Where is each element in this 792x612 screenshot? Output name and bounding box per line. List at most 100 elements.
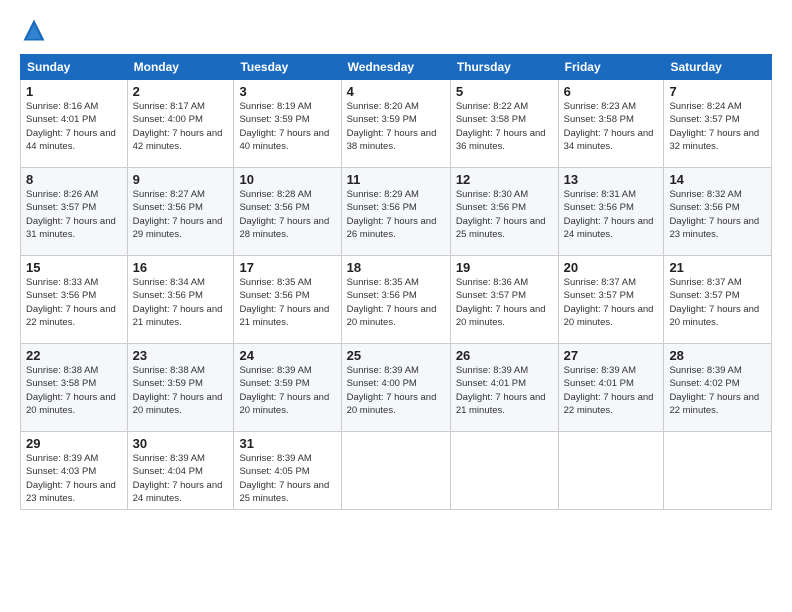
calendar-cell xyxy=(450,432,558,510)
calendar-cell: 20Sunrise: 8:37 AMSunset: 3:57 PMDayligh… xyxy=(558,256,664,344)
day-info: Sunrise: 8:39 AMSunset: 4:05 PMDaylight:… xyxy=(239,452,335,505)
calendar-cell: 28Sunrise: 8:39 AMSunset: 4:02 PMDayligh… xyxy=(664,344,772,432)
day-info: Sunrise: 8:39 AMSunset: 4:02 PMDaylight:… xyxy=(669,364,766,417)
calendar-cell: 4Sunrise: 8:20 AMSunset: 3:59 PMDaylight… xyxy=(341,80,450,168)
calendar-cell: 3Sunrise: 8:19 AMSunset: 3:59 PMDaylight… xyxy=(234,80,341,168)
day-number: 29 xyxy=(26,436,122,451)
calendar-cell: 21Sunrise: 8:37 AMSunset: 3:57 PMDayligh… xyxy=(664,256,772,344)
day-number: 18 xyxy=(347,260,445,275)
calendar-week-1: 1Sunrise: 8:16 AMSunset: 4:01 PMDaylight… xyxy=(21,80,772,168)
calendar-cell xyxy=(341,432,450,510)
calendar-cell: 26Sunrise: 8:39 AMSunset: 4:01 PMDayligh… xyxy=(450,344,558,432)
day-info: Sunrise: 8:39 AMSunset: 4:00 PMDaylight:… xyxy=(347,364,445,417)
day-info: Sunrise: 8:36 AMSunset: 3:57 PMDaylight:… xyxy=(456,276,553,329)
calendar-cell: 10Sunrise: 8:28 AMSunset: 3:56 PMDayligh… xyxy=(234,168,341,256)
day-number: 22 xyxy=(26,348,122,363)
calendar-cell: 30Sunrise: 8:39 AMSunset: 4:04 PMDayligh… xyxy=(127,432,234,510)
day-number: 10 xyxy=(239,172,335,187)
calendar-cell: 16Sunrise: 8:34 AMSunset: 3:56 PMDayligh… xyxy=(127,256,234,344)
day-number: 28 xyxy=(669,348,766,363)
day-info: Sunrise: 8:39 AMSunset: 4:03 PMDaylight:… xyxy=(26,452,122,505)
logo xyxy=(20,16,52,44)
day-info: Sunrise: 8:19 AMSunset: 3:59 PMDaylight:… xyxy=(239,100,335,153)
day-info: Sunrise: 8:35 AMSunset: 3:56 PMDaylight:… xyxy=(347,276,445,329)
day-info: Sunrise: 8:24 AMSunset: 3:57 PMDaylight:… xyxy=(669,100,766,153)
calendar-cell: 13Sunrise: 8:31 AMSunset: 3:56 PMDayligh… xyxy=(558,168,664,256)
day-number: 17 xyxy=(239,260,335,275)
calendar-cell: 9Sunrise: 8:27 AMSunset: 3:56 PMDaylight… xyxy=(127,168,234,256)
calendar-cell: 17Sunrise: 8:35 AMSunset: 3:56 PMDayligh… xyxy=(234,256,341,344)
calendar-cell: 6Sunrise: 8:23 AMSunset: 3:58 PMDaylight… xyxy=(558,80,664,168)
calendar-cell: 24Sunrise: 8:39 AMSunset: 3:59 PMDayligh… xyxy=(234,344,341,432)
day-number: 26 xyxy=(456,348,553,363)
calendar-cell: 27Sunrise: 8:39 AMSunset: 4:01 PMDayligh… xyxy=(558,344,664,432)
calendar-week-5: 29Sunrise: 8:39 AMSunset: 4:03 PMDayligh… xyxy=(21,432,772,510)
day-info: Sunrise: 8:30 AMSunset: 3:56 PMDaylight:… xyxy=(456,188,553,241)
day-info: Sunrise: 8:39 AMSunset: 4:01 PMDaylight:… xyxy=(456,364,553,417)
calendar-cell: 18Sunrise: 8:35 AMSunset: 3:56 PMDayligh… xyxy=(341,256,450,344)
calendar-cell xyxy=(664,432,772,510)
calendar-cell: 31Sunrise: 8:39 AMSunset: 4:05 PMDayligh… xyxy=(234,432,341,510)
day-number: 5 xyxy=(456,84,553,99)
calendar-cell: 23Sunrise: 8:38 AMSunset: 3:59 PMDayligh… xyxy=(127,344,234,432)
calendar-cell: 1Sunrise: 8:16 AMSunset: 4:01 PMDaylight… xyxy=(21,80,128,168)
weekday-header-thursday: Thursday xyxy=(450,55,558,80)
day-info: Sunrise: 8:34 AMSunset: 3:56 PMDaylight:… xyxy=(133,276,229,329)
day-number: 8 xyxy=(26,172,122,187)
calendar-table: SundayMondayTuesdayWednesdayThursdayFrid… xyxy=(20,54,772,510)
calendar-cell: 12Sunrise: 8:30 AMSunset: 3:56 PMDayligh… xyxy=(450,168,558,256)
day-info: Sunrise: 8:37 AMSunset: 3:57 PMDaylight:… xyxy=(669,276,766,329)
calendar-cell: 15Sunrise: 8:33 AMSunset: 3:56 PMDayligh… xyxy=(21,256,128,344)
day-info: Sunrise: 8:26 AMSunset: 3:57 PMDaylight:… xyxy=(26,188,122,241)
day-info: Sunrise: 8:29 AMSunset: 3:56 PMDaylight:… xyxy=(347,188,445,241)
weekday-header-tuesday: Tuesday xyxy=(234,55,341,80)
day-info: Sunrise: 8:31 AMSunset: 3:56 PMDaylight:… xyxy=(564,188,659,241)
weekday-header-sunday: Sunday xyxy=(21,55,128,80)
weekday-header-row: SundayMondayTuesdayWednesdayThursdayFrid… xyxy=(21,55,772,80)
calendar-week-3: 15Sunrise: 8:33 AMSunset: 3:56 PMDayligh… xyxy=(21,256,772,344)
calendar-cell: 2Sunrise: 8:17 AMSunset: 4:00 PMDaylight… xyxy=(127,80,234,168)
logo-icon xyxy=(20,16,48,44)
weekday-header-friday: Friday xyxy=(558,55,664,80)
day-number: 15 xyxy=(26,260,122,275)
day-info: Sunrise: 8:23 AMSunset: 3:58 PMDaylight:… xyxy=(564,100,659,153)
calendar-cell: 11Sunrise: 8:29 AMSunset: 3:56 PMDayligh… xyxy=(341,168,450,256)
day-number: 14 xyxy=(669,172,766,187)
calendar-cell: 14Sunrise: 8:32 AMSunset: 3:56 PMDayligh… xyxy=(664,168,772,256)
calendar-cell: 25Sunrise: 8:39 AMSunset: 4:00 PMDayligh… xyxy=(341,344,450,432)
weekday-header-saturday: Saturday xyxy=(664,55,772,80)
day-number: 6 xyxy=(564,84,659,99)
day-number: 13 xyxy=(564,172,659,187)
day-info: Sunrise: 8:32 AMSunset: 3:56 PMDaylight:… xyxy=(669,188,766,241)
day-info: Sunrise: 8:28 AMSunset: 3:56 PMDaylight:… xyxy=(239,188,335,241)
header xyxy=(20,16,772,44)
day-number: 25 xyxy=(347,348,445,363)
day-number: 3 xyxy=(239,84,335,99)
day-info: Sunrise: 8:39 AMSunset: 4:04 PMDaylight:… xyxy=(133,452,229,505)
day-number: 19 xyxy=(456,260,553,275)
calendar-cell: 19Sunrise: 8:36 AMSunset: 3:57 PMDayligh… xyxy=(450,256,558,344)
day-info: Sunrise: 8:33 AMSunset: 3:56 PMDaylight:… xyxy=(26,276,122,329)
day-number: 4 xyxy=(347,84,445,99)
calendar-cell xyxy=(558,432,664,510)
day-number: 30 xyxy=(133,436,229,451)
calendar-cell: 8Sunrise: 8:26 AMSunset: 3:57 PMDaylight… xyxy=(21,168,128,256)
day-number: 24 xyxy=(239,348,335,363)
day-number: 2 xyxy=(133,84,229,99)
calendar-cell: 22Sunrise: 8:38 AMSunset: 3:58 PMDayligh… xyxy=(21,344,128,432)
day-info: Sunrise: 8:39 AMSunset: 3:59 PMDaylight:… xyxy=(239,364,335,417)
day-number: 27 xyxy=(564,348,659,363)
calendar-week-4: 22Sunrise: 8:38 AMSunset: 3:58 PMDayligh… xyxy=(21,344,772,432)
day-number: 11 xyxy=(347,172,445,187)
weekday-header-monday: Monday xyxy=(127,55,234,80)
calendar-cell: 5Sunrise: 8:22 AMSunset: 3:58 PMDaylight… xyxy=(450,80,558,168)
weekday-header-wednesday: Wednesday xyxy=(341,55,450,80)
day-number: 23 xyxy=(133,348,229,363)
calendar-week-2: 8Sunrise: 8:26 AMSunset: 3:57 PMDaylight… xyxy=(21,168,772,256)
day-number: 9 xyxy=(133,172,229,187)
day-info: Sunrise: 8:38 AMSunset: 3:59 PMDaylight:… xyxy=(133,364,229,417)
day-info: Sunrise: 8:17 AMSunset: 4:00 PMDaylight:… xyxy=(133,100,229,153)
page: SundayMondayTuesdayWednesdayThursdayFrid… xyxy=(0,0,792,612)
day-number: 12 xyxy=(456,172,553,187)
day-info: Sunrise: 8:38 AMSunset: 3:58 PMDaylight:… xyxy=(26,364,122,417)
